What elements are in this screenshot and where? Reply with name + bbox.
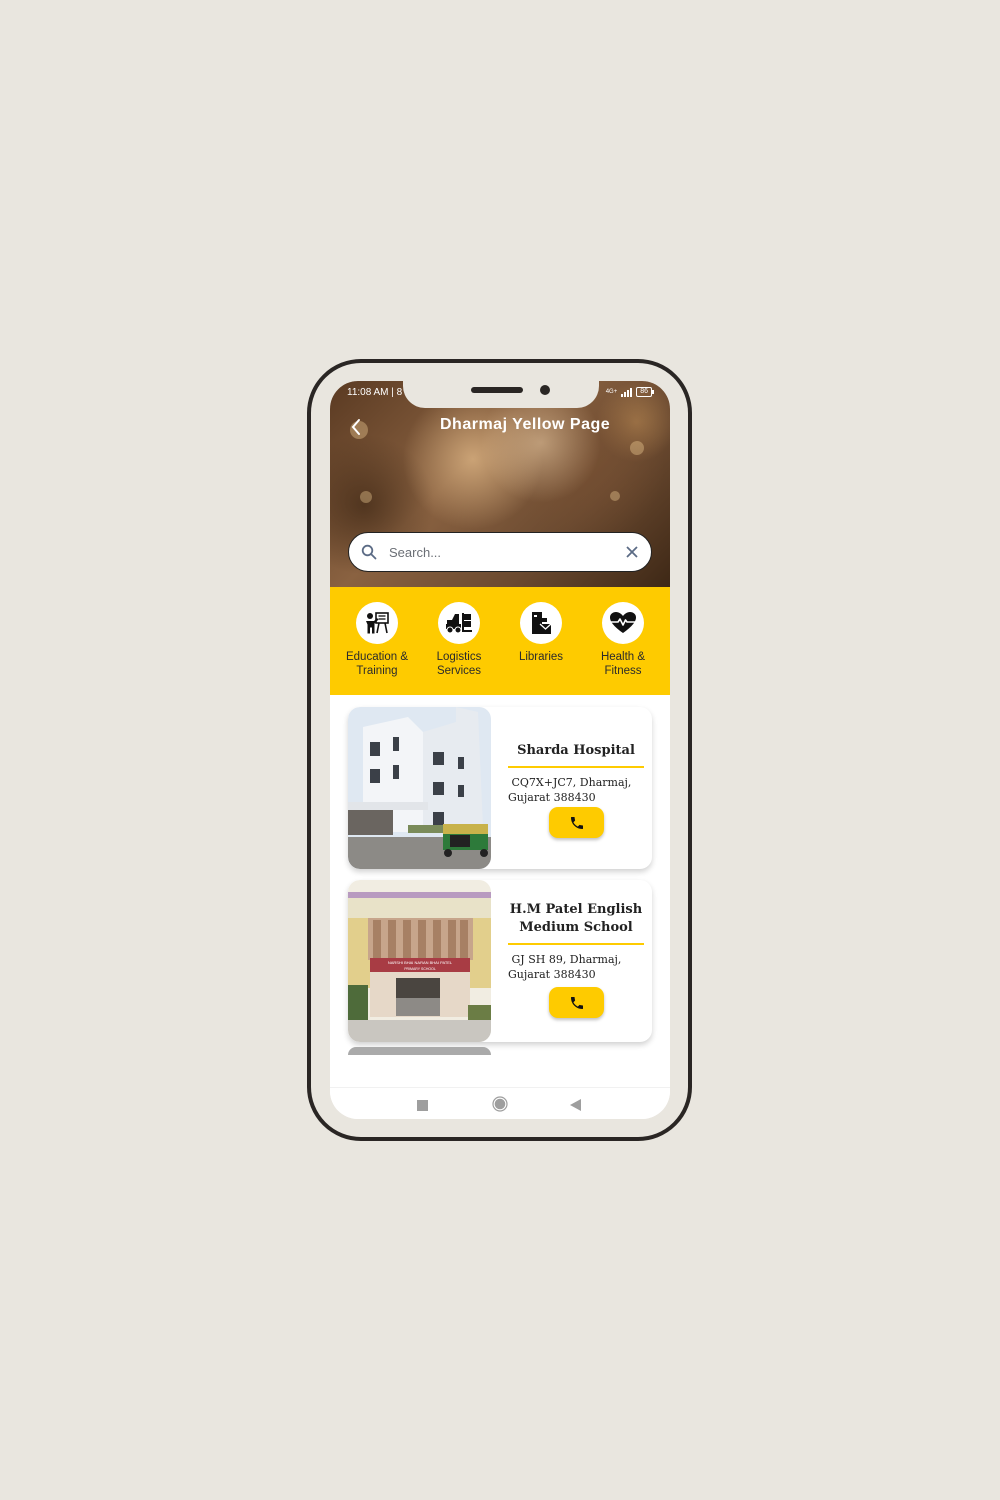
listing-card[interactable]: NARSHI BHAI NARAN BHAI PATEL PRIMARY SCH… [348,880,652,1042]
bokeh-light [630,441,644,455]
listing-card[interactable]: Sharda Hospital CQ7X+JC7, Dharmaj, Gujara… [348,707,652,869]
category-logistics-services[interactable]: Logistics Services [420,587,498,695]
home-button[interactable] [492,1096,508,1117]
search-bar [348,532,652,572]
category-label: Education & Training [345,651,408,677]
listing-name: H.M Patel English Medium School [509,902,643,935]
library-icon [520,602,562,644]
close-icon[interactable] [625,545,639,559]
listing-address: CQ7X+JC7, Dharmaj, Gujarat 388430 [508,776,632,804]
front-camera [540,385,550,395]
listing-address: GJ SH 89, Dharmaj, Gujarat 388430 [508,953,622,981]
back-button[interactable] [348,417,364,437]
bokeh-light [360,491,372,503]
listing-photo-hospital [348,707,491,869]
category-bar: Education &Training LogisticsServices [330,587,670,695]
listing-details: H.M Patel English Medium School GJ SH 89,… [508,880,644,1042]
forklift-icon [438,602,480,644]
app-screen: 11:08 AM | 8 4G+ 86 Dharmaj Yellow Page [330,381,670,1119]
teacher-board-icon [356,602,398,644]
heart-pulse-icon [602,602,644,644]
square-icon [417,1100,428,1111]
header-banner: 11:08 AM | 8 4G+ 86 Dharmaj Yellow Page [330,381,670,587]
listing-details: Sharda Hospital CQ7X+JC7, Dharmaj, Gujara… [508,707,644,869]
listing-card-partial [348,1047,491,1055]
chevron-left-icon [351,419,360,435]
triangle-back-icon [570,1099,581,1111]
divider [508,943,644,945]
school-sign-text: NARSHI BHAI NARAN BHAI PATEL [388,960,453,965]
page-title: Dharmaj Yellow Page [440,416,611,433]
category-label: Libraries [518,651,564,663]
category-education-training[interactable]: Education & Training [338,587,416,695]
status-time: 11:08 AM | 8 [347,387,403,398]
category-label: Logistics Services [436,651,482,677]
call-button[interactable] [549,987,604,1018]
divider [508,766,644,768]
signal-icon [621,387,633,397]
search-icon[interactable] [361,544,377,560]
phone-icon [570,996,583,1009]
network-type: 4G+ [605,389,618,395]
listing-photo-school: NARSHI BHAI NARAN BHAI PATEL PRIMARY SCH… [348,880,491,1042]
phone-icon [570,816,583,829]
speaker [471,387,523,393]
circle-icon [492,1096,508,1112]
bokeh-light [610,491,620,501]
system-nav-bar [330,1087,670,1119]
nav-back-button[interactable] [570,1098,581,1116]
category-libraries[interactable]: Libraries [502,587,580,695]
listing-name: Sharda Hospital [517,743,635,758]
status-icons: 4G+ 86 [605,387,654,397]
recents-button[interactable] [417,1098,428,1116]
category-health-fitness[interactable]: Health & Fitness [584,587,662,695]
school-sign-text: PRIMARY SCHOOL [404,967,436,971]
battery-icon: 86 [636,387,654,397]
category-label: Health & Fitness [600,651,646,677]
search-input[interactable] [389,544,625,560]
call-button[interactable] [549,807,604,838]
phone-notch [403,370,599,408]
